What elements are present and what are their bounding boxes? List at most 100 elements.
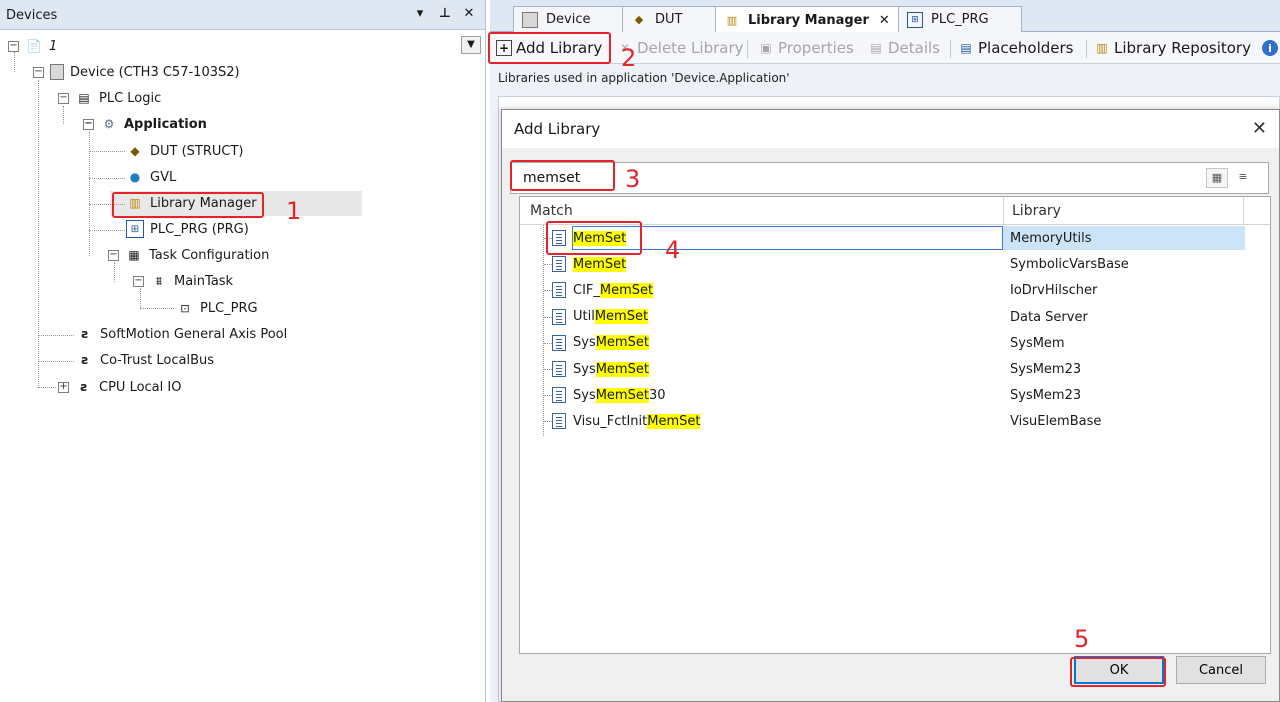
collapse-icon[interactable]: − (58, 92, 69, 104)
tree-item-maintask[interactable]: − ⩩ MainTask (133, 269, 233, 293)
properties-button[interactable]: ▣ Properties (758, 37, 854, 59)
tab-device[interactable]: Device (513, 6, 625, 32)
program-icon: ⊞ (126, 220, 144, 238)
tree-item-label: 1 (49, 38, 58, 54)
tab-label: Device (546, 12, 591, 27)
close-panel-icon[interactable]: ✕ (461, 6, 477, 21)
tab-dut[interactable]: ◆ DUT (622, 6, 718, 32)
globe-icon: ● (129, 170, 141, 184)
dut-icon: ◆ (634, 13, 644, 26)
tree-item-device[interactable]: − Device (CTH3 C57-103S2) (33, 60, 240, 84)
library-repository-label: Library Repository (1114, 39, 1251, 57)
annotation-box-memset (546, 221, 642, 255)
annotation-box-search (510, 160, 615, 191)
application-gear-icon: ⚙ (103, 117, 115, 131)
dut-icon: ◆ (130, 144, 140, 158)
expand-icon[interactable]: + (58, 381, 69, 393)
details-icon: ▤ (870, 41, 882, 55)
library-books-icon: ▥ (726, 13, 738, 27)
placeholders-icon: ▤ (960, 41, 972, 55)
tree-item-label: CPU Local IO (99, 379, 182, 395)
category-view-icon[interactable]: ▦ (1206, 168, 1228, 188)
collapse-icon[interactable]: − (108, 249, 119, 261)
tree-item-co-trust-localbus[interactable]: ƨ Co-Trust LocalBus (76, 348, 214, 372)
tree-item-plc-prg-call[interactable]: ⊡ PLC_PRG (176, 296, 257, 320)
tree-item-gvl[interactable]: ● GVL (126, 165, 176, 189)
library-repository-button[interactable]: ▥ Library Repository (1094, 37, 1251, 59)
results-rows (519, 227, 1243, 447)
placeholders-label: Placeholders (978, 39, 1074, 57)
devices-panel-header: Devices ▾ ⊥ ✕ (0, 0, 485, 30)
library-books-icon: ▥ (1096, 41, 1108, 55)
dialog-title: Add Library (514, 120, 601, 138)
project-icon: 📄 (26, 39, 42, 53)
tree-item-label: Co-Trust LocalBus (100, 352, 215, 368)
editor-tabs: Device ◆ DUT ▥ Library Manager ✕ ⊞ PLC_P… (490, 0, 1280, 33)
tree-item-label: MainTask (174, 273, 234, 289)
tree-dropdown-button[interactable]: ▼ (461, 36, 481, 54)
bus-icon: ƨ (81, 353, 89, 367)
tree-item-label: DUT (STRUCT) (150, 143, 244, 159)
tree-item-project[interactable]: − 📄 1 (8, 34, 57, 58)
tree-item-plc-logic[interactable]: − ▤ PLC Logic (58, 86, 161, 110)
library-search-input[interactable] (510, 162, 1269, 194)
dialog-titlebar: Add Library ✕ (502, 110, 1279, 148)
tab-library-manager[interactable]: ▥ Library Manager ✕ (715, 6, 900, 33)
annotation-number: 5 (1074, 625, 1090, 653)
tree-item-label: PLC_PRG (PRG) (150, 221, 249, 237)
io-icon: ƨ (80, 380, 88, 394)
program-icon: ⊞ (907, 11, 923, 28)
tree-item-label: SoftMotion General Axis Pool (100, 326, 288, 342)
collapse-icon[interactable]: − (33, 66, 44, 78)
task-config-icon: ▦ (128, 248, 140, 262)
tree-item-label: Task Configuration (149, 247, 270, 263)
details-label: Details (888, 39, 941, 57)
annotation-number: 1 (286, 197, 302, 225)
tab-label: Library Manager (748, 12, 869, 28)
tab-label: PLC_PRG (931, 12, 989, 27)
program-call-icon: ⊡ (180, 301, 190, 315)
delete-library-label: Delete Library (637, 39, 744, 57)
tree-item-dut[interactable]: ◆ DUT (STRUCT) (126, 139, 244, 163)
panel-menu-dropdown-icon[interactable]: ▾ (412, 6, 428, 21)
annotation-number: 2 (621, 44, 637, 72)
annotation-box-library-manager (112, 192, 264, 218)
cancel-button[interactable]: Cancel (1176, 656, 1266, 684)
column-header-match[interactable]: Match (530, 203, 573, 219)
pin-icon[interactable]: ⊥ (437, 6, 453, 21)
info-icon: i (1262, 40, 1278, 56)
placeholders-button[interactable]: ▤ Placeholders (958, 37, 1073, 59)
annotation-number: 3 (625, 165, 641, 193)
list-view-icon[interactable]: ≡ (1232, 168, 1254, 188)
tree-item-label: Device (CTH3 C57-103S2) (70, 64, 240, 80)
task-icon: ⩩ (155, 273, 163, 288)
device-icon (50, 64, 64, 80)
tree-item-label: PLC Logic (99, 90, 162, 106)
properties-icon: ▣ (760, 41, 772, 55)
devices-panel: Devices ▾ ⊥ ✕ ▼ − 📄 1 − Device (CTH3 C57… (0, 0, 486, 702)
column-header-library[interactable]: Library (1012, 203, 1061, 219)
tree-item-softmotion-axis-pool[interactable]: ƨ SoftMotion General Axis Pool (76, 322, 287, 346)
details-button[interactable]: ▤ Details (868, 37, 940, 59)
annotation-box-ok (1070, 657, 1166, 687)
plc-logic-icon: ▤ (78, 91, 90, 105)
collapse-icon[interactable]: − (8, 40, 19, 52)
devices-panel-title: Devices (6, 8, 58, 23)
collapse-icon[interactable]: − (83, 118, 94, 130)
annotation-box-add-library (488, 32, 611, 64)
info-button[interactable]: i (1262, 37, 1280, 59)
tree-item-label: Application (124, 116, 207, 132)
tree-item-application[interactable]: − ⚙ Application (83, 112, 207, 136)
tree-item-cpu-local-io[interactable]: + ƨ CPU Local IO (58, 375, 181, 399)
close-tab-icon[interactable]: ✕ (879, 13, 890, 28)
tree-item-plc-prg[interactable]: ⊞ PLC_PRG (PRG) (126, 217, 249, 241)
libraries-used-label: Libraries used in application 'Device.Ap… (490, 64, 1280, 92)
tree-item-task-configuration[interactable]: − ▦ Task Configuration (108, 243, 269, 267)
close-icon[interactable]: ✕ (1252, 118, 1267, 139)
tab-plc-prg[interactable]: ⊞ PLC_PRG (898, 6, 1022, 32)
device-icon (522, 11, 538, 28)
axis-icon: ƨ (81, 327, 89, 341)
properties-label: Properties (778, 39, 854, 57)
collapse-icon[interactable]: − (133, 275, 144, 287)
tab-label: DUT (655, 12, 683, 27)
